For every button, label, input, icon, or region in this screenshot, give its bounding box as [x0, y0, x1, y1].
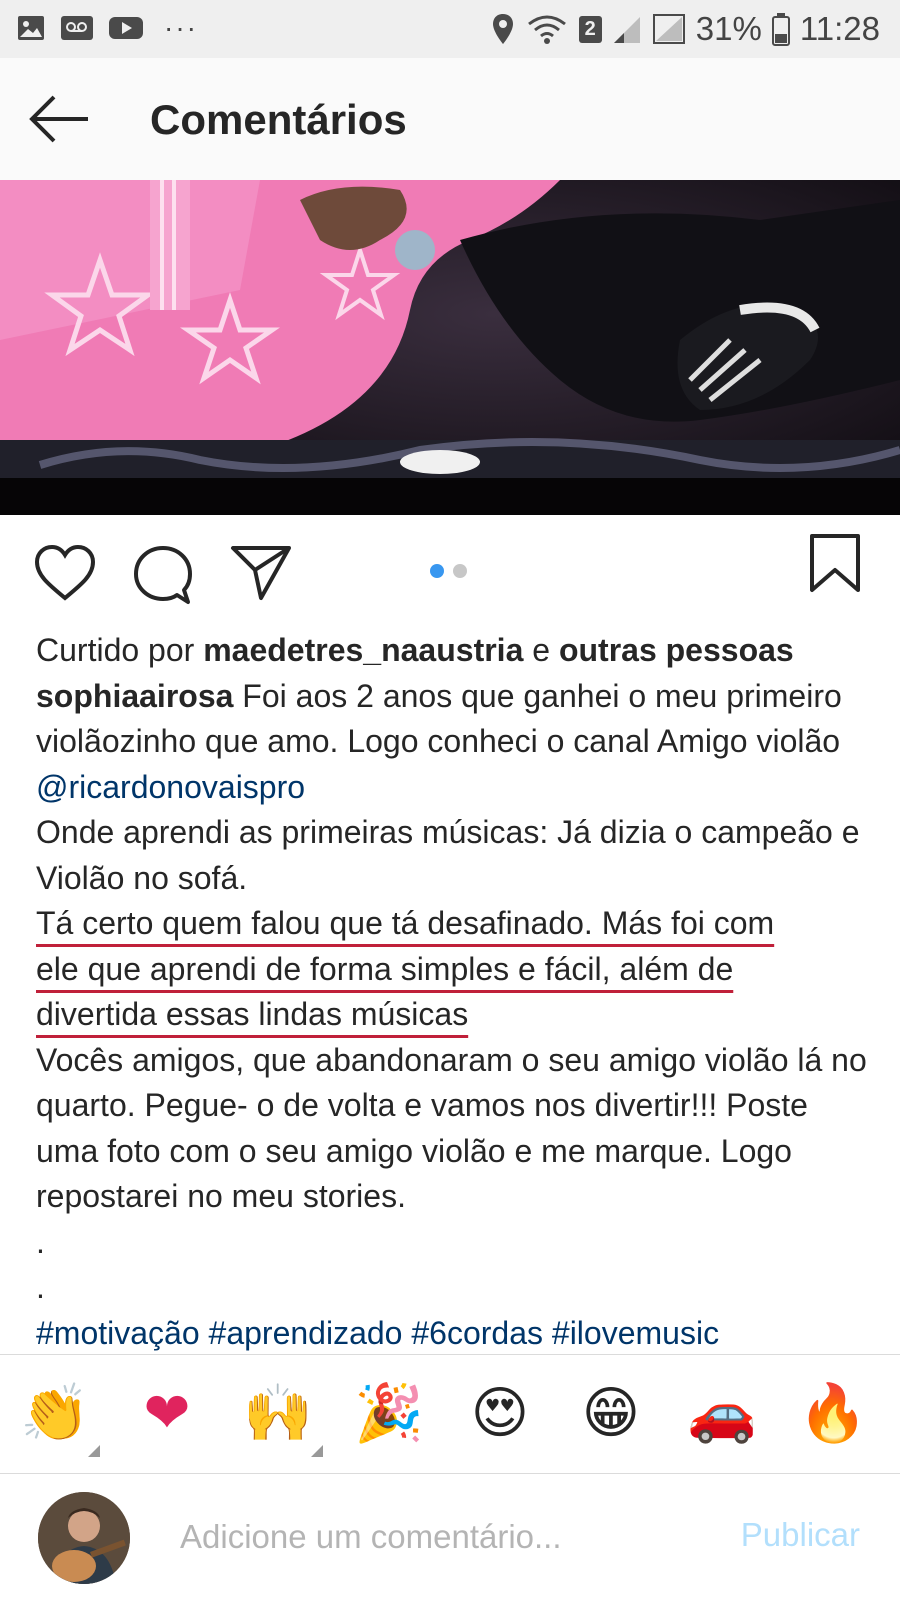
carousel-dot-1: [430, 564, 444, 578]
comments-header: Comentários: [0, 58, 900, 180]
carousel-indicator: [430, 564, 467, 578]
author-username[interactable]: sophiaairosa: [36, 678, 233, 714]
underlined-line-1: Tá certo quem falou que tá desafinado. M…: [36, 905, 775, 941]
more-notifications: ···: [164, 12, 198, 43]
red-heart-emoji[interactable]: ❤: [132, 1379, 202, 1449]
caption-scroll-area[interactable]: Curtido por maedetres_naaustria e outras…: [0, 620, 900, 1354]
underlined-line-3: divertida essas lindas músicas: [36, 996, 469, 1032]
status-notifications: ···: [16, 12, 198, 44]
caption-dot-1: .: [36, 1223, 45, 1260]
comment-input[interactable]: [180, 1512, 700, 1562]
voicemail-icon: [61, 16, 93, 40]
carousel-dot-2: [453, 564, 467, 578]
signal-2-icon: [652, 14, 685, 44]
grinning-emoji[interactable]: 😁: [576, 1379, 646, 1449]
post-actions: [0, 530, 900, 620]
battery-icon: [771, 13, 790, 46]
underlined-line-2: ele que aprendi de forma simples e fácil…: [36, 950, 734, 987]
post-photo[interactable]: [0, 180, 900, 515]
liked-conj: e: [532, 632, 551, 668]
red-car-emoji[interactable]: 🚗: [687, 1379, 757, 1449]
page-title: Comentários: [150, 96, 407, 143]
skin-tone-indicator: [88, 1445, 100, 1457]
pink-guitar-photo: [0, 180, 900, 515]
caption-dot-2: .: [36, 1269, 45, 1305]
skin-tone-indicator: [311, 1445, 323, 1457]
liked-others-link[interactable]: outras pessoas: [559, 632, 794, 668]
location-icon: [492, 14, 513, 44]
signal-icon: [613, 17, 640, 43]
publish-button[interactable]: Publicar: [741, 1516, 860, 1554]
caption-paragraph-3: Tá certo quem falou que tá desafinado. M…: [36, 901, 876, 1038]
heart-eyes-emoji[interactable]: 😍: [465, 1379, 535, 1449]
liked-user-link[interactable]: maedetres_naaustria: [203, 632, 523, 668]
emoji-quick-bar: 👏 ❤ 🙌 🎉 😍 😁 🚗 🔥: [0, 1354, 900, 1474]
raising-hands-emoji[interactable]: 🙌: [243, 1379, 313, 1449]
caption-paragraph-4: Vocês amigos, que abandonaram o seu amig…: [36, 1041, 867, 1215]
clapping-hands-emoji[interactable]: 👏: [20, 1379, 90, 1449]
post-caption: Curtido por maedetres_naaustria e outras…: [36, 628, 876, 1354]
party-popper-emoji[interactable]: 🎉: [354, 1379, 424, 1449]
mention-link[interactable]: @ricardonovaispro: [36, 769, 305, 805]
liked-prefix: Curtido por: [36, 632, 195, 668]
heart-icon[interactable]: [34, 544, 96, 604]
bookmark-icon[interactable]: [808, 532, 862, 594]
comment-icon[interactable]: [132, 544, 194, 606]
fire-emoji[interactable]: 🔥: [798, 1379, 868, 1449]
clock: 11:28: [799, 10, 880, 47]
status-bar: ··· 2 31% 11:28: [0, 0, 900, 58]
youtube-icon: [109, 17, 143, 39]
image-icon: [18, 16, 44, 40]
wifi-icon: [527, 15, 566, 44]
comment-composer: Publicar: [0, 1474, 900, 1600]
hashtags[interactable]: #motivação #aprendizado #6cordas #ilovem…: [36, 1311, 876, 1355]
sim-badge: 2: [578, 15, 602, 43]
liked-by: Curtido por maedetres_naaustria e outras…: [36, 628, 876, 674]
battery-percent: 31%: [695, 10, 762, 47]
caption-paragraph-2: Onde aprendi as primeiras músicas: Já di…: [36, 814, 860, 896]
caption-paragraph-1: sophiaairosa Foi aos 2 anos que ganhei o…: [36, 674, 876, 811]
share-icon[interactable]: [230, 544, 292, 602]
status-system: 2 31% 11:28: [491, 10, 880, 48]
avatar: [38, 1492, 130, 1584]
arrow-left-icon[interactable]: [28, 92, 90, 146]
